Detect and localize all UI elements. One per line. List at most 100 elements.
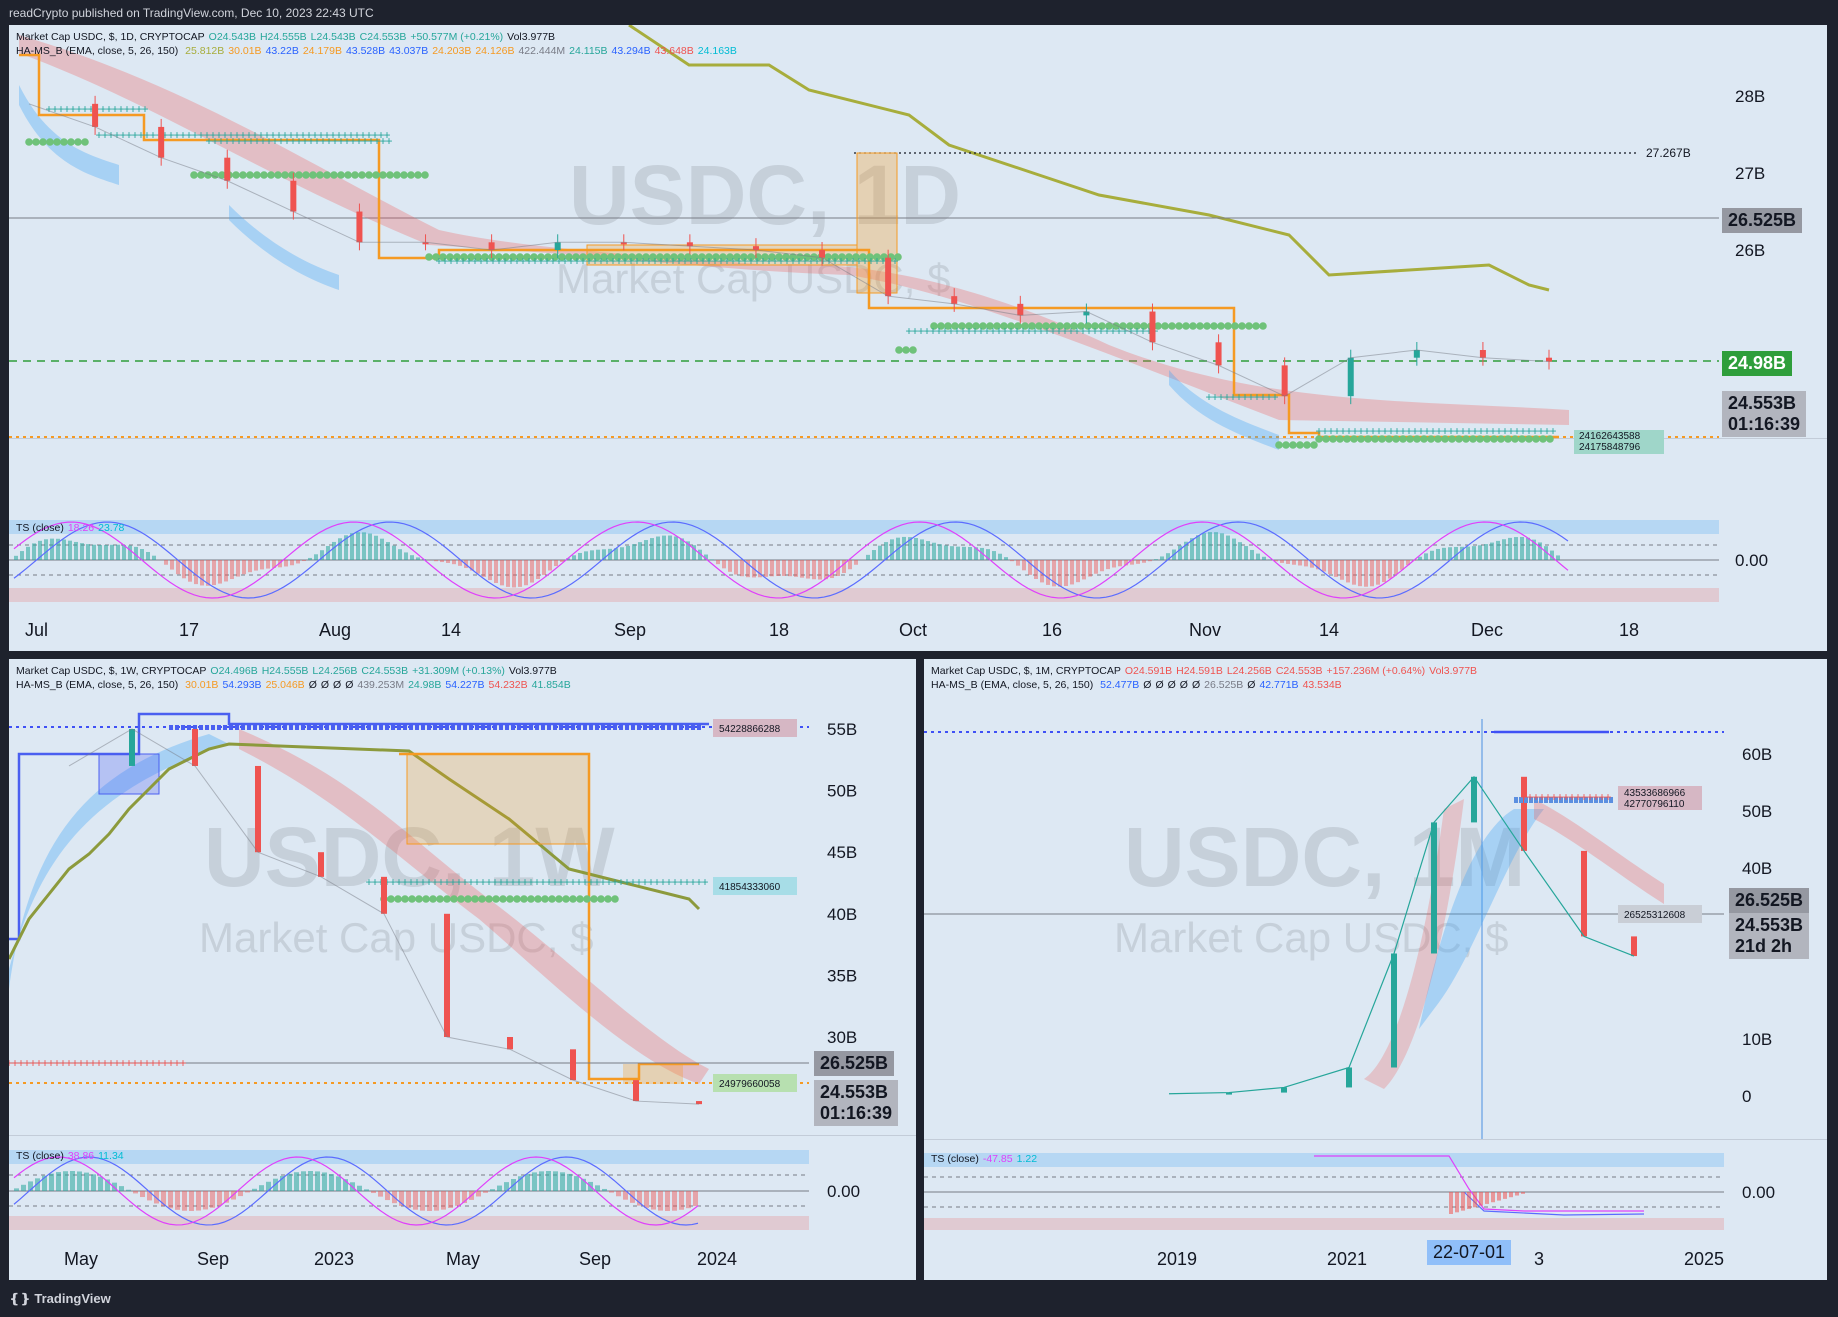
x-tick-label: 17	[179, 620, 199, 640]
ts-histogram-bar	[356, 532, 360, 560]
ts-histogram-bar	[1424, 553, 1428, 560]
publish-header: readCrypto published on TradingView.com,…	[9, 6, 374, 20]
chart-1w-plot[interactable]: 55B50B45B40B35B30B++++++++++++++++++++++…	[9, 659, 916, 1280]
ts-histogram-bar	[525, 1174, 530, 1191]
ts-histogram-bar	[1016, 560, 1020, 566]
price-grey: 26.525B	[1729, 888, 1810, 913]
ts-histogram-bar	[416, 557, 420, 560]
ha-cross-marker: +	[891, 254, 898, 268]
ts-histogram-bar	[1292, 560, 1296, 565]
candle-body	[290, 180, 297, 212]
ts-histogram-bar	[420, 1191, 425, 1211]
ts-histogram-bar	[1232, 538, 1236, 560]
ha-dot-marker	[379, 171, 387, 179]
ts-histogram-bar	[590, 550, 594, 560]
ts-histogram-bar	[236, 560, 240, 577]
candle-body	[1471, 776, 1477, 823]
ts-histogram-bar	[1502, 539, 1506, 560]
ts-histogram-bar	[104, 544, 108, 560]
ts-histogram-bar	[224, 560, 228, 582]
ts-histogram-bar	[574, 1176, 579, 1191]
ha-value-label: 43533686966	[1624, 788, 1686, 799]
ts-histogram-bar	[800, 560, 804, 578]
ts-histogram-bar	[794, 560, 798, 577]
ts-histogram-bar	[878, 545, 882, 560]
ts-histogram-bar	[539, 1171, 544, 1191]
ha-dash-marker	[367, 725, 371, 730]
ts-histogram-bar	[788, 560, 792, 577]
ts-histogram-bar	[380, 538, 384, 560]
ha-dash-marker	[259, 725, 263, 730]
ha-dash-marker	[319, 725, 323, 730]
ts-histogram-bar	[398, 549, 402, 560]
ha-value-label: 26525312608	[1624, 910, 1686, 921]
candle-body	[951, 296, 958, 304]
ha-dash-marker	[253, 725, 257, 730]
candle-body	[554, 242, 561, 250]
ts-histogram-bar	[782, 560, 786, 576]
ts-histogram-bar	[806, 560, 810, 579]
ts-histogram-bar	[301, 1171, 306, 1191]
ts-histogram-bar	[584, 551, 588, 560]
candle-body	[1346, 1067, 1352, 1088]
candle-body	[633, 1080, 639, 1102]
ts-histogram-bar	[175, 1191, 180, 1210]
ts-histogram-bar	[1346, 560, 1350, 583]
ha-dash-marker	[673, 725, 677, 730]
candle-body	[381, 876, 387, 914]
ha-dash-marker	[667, 725, 671, 730]
ts-histogram-bar	[490, 1189, 495, 1191]
ts-histogram-bar	[26, 546, 30, 560]
candle-body	[1631, 936, 1637, 957]
ha-dot-marker	[541, 895, 549, 903]
ha-dash-marker	[655, 725, 659, 730]
ts-histogram-bar	[1076, 560, 1080, 583]
ha-dash-marker	[685, 725, 689, 730]
chart-panel-1w[interactable]: USDC, 1W Market Cap USDC, $ 55B 50B 45B 40B…	[9, 659, 916, 1280]
ha-dot-marker	[274, 171, 282, 179]
chart-1d-plot[interactable]: 28B27B26B24B27.267B+++++++++++++++++++++…	[9, 25, 1827, 651]
ha-box	[406, 753, 590, 845]
chart-panel-1m[interactable]: USDC, 1M Market Cap USDC, $ 60B 50B 40B 10B…	[924, 659, 1827, 1280]
chart-1m-plot[interactable]: 60B50B40B10B0+++++++++++++++ 435336869664…	[924, 659, 1827, 1280]
ts-histogram-bar	[1148, 560, 1152, 562]
ha-dot-marker	[499, 895, 507, 903]
ha-dash-marker	[205, 725, 209, 730]
x-tick-label: 2024	[697, 1249, 737, 1269]
ts-histogram-bar	[1478, 545, 1482, 560]
ts-histogram-bar	[524, 560, 528, 586]
ts-histogram-bar	[413, 1191, 418, 1210]
ts-histogram-bar	[362, 532, 366, 560]
ts-histogram-bar	[1088, 560, 1092, 577]
ts-histogram-bar	[567, 1173, 572, 1191]
x-tick-label: Oct	[899, 620, 927, 640]
ts-histogram-bar	[1430, 550, 1434, 560]
last-price: 24.553B	[1735, 915, 1804, 935]
ts-histogram-bar	[632, 544, 636, 560]
y-tick-label: 26B	[1735, 241, 1765, 260]
ts-histogram-bar	[146, 551, 150, 560]
chart-panel-1d[interactable]: USDC, 1D Market Cap USDC, $ 28B27B26B24B…	[9, 25, 1827, 651]
last-price: 24.553B	[1728, 393, 1797, 413]
candle-body	[255, 765, 261, 853]
ha-dash-marker	[631, 725, 635, 730]
ts-histogram-bar	[455, 1191, 460, 1206]
ts-histogram-bar	[98, 1176, 103, 1191]
ts-histogram-bar	[944, 545, 948, 560]
ha-dot-marker	[74, 138, 82, 146]
ts-histogram-bar	[1503, 1192, 1507, 1199]
bar-countdown: 21d 2h	[1735, 936, 1793, 956]
ts-histogram-bar	[1556, 555, 1560, 560]
ts-histogram-bar	[662, 535, 666, 560]
ha-dot-marker	[1310, 441, 1318, 449]
ts-histogram-bar	[110, 544, 114, 560]
ha-dash-marker	[679, 725, 683, 730]
price-trace	[68, 728, 700, 1105]
x-tick-label: 14	[1319, 620, 1339, 640]
ts-histogram-bar	[932, 542, 936, 560]
ts-histogram-bar	[658, 1191, 663, 1211]
ha-dash-marker	[349, 725, 353, 730]
ha-dash-marker	[307, 725, 311, 730]
ts-legend-1m: TS (close) -47.85 1.22	[931, 1153, 1038, 1165]
ts-histogram-bar	[1479, 1192, 1483, 1206]
